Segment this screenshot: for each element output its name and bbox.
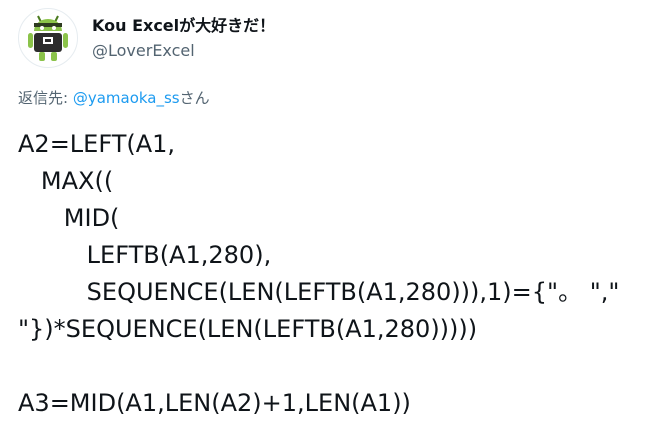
- tweet-body-line: A2=LEFT(A1,: [18, 130, 176, 158]
- tweet-body-line: MID(: [18, 204, 120, 232]
- tweet: Kou Excelが大好きだ！ @LoverExcel 返信先: @yamaok…: [0, 0, 654, 424]
- tweet-body-line: SEQUENCE(LEN(LEFTB(A1,280))),1)={"。 ",": [18, 278, 620, 306]
- reply-to-suffix: さん: [179, 89, 210, 107]
- tweet-body-line: A3=MID(A1,LEN(A2)+1,LEN(A1)): [18, 389, 411, 417]
- author-handle[interactable]: @LoverExcel: [92, 40, 275, 62]
- reply-to-line: 返信先: @yamaoka_ssさん: [18, 87, 210, 108]
- tweet-body-line: ​: [18, 348, 638, 385]
- tweet-header: Kou Excelが大好きだ！ @LoverExcel: [18, 8, 275, 68]
- avatar[interactable]: [18, 8, 78, 68]
- android-robot-avatar-icon: [28, 15, 68, 61]
- tweet-body-line: "})*SEQUENCE(LEN(LEFTB(A1,280))))): [18, 315, 478, 343]
- reply-to-prefix: 返信先:: [18, 89, 73, 107]
- author-display-name[interactable]: Kou Excelが大好きだ！: [92, 15, 275, 37]
- tweet-body-line: MAX((: [18, 167, 114, 195]
- tweet-body: A2=LEFT(A1, MAX(( MID( LEFTB(A1,280), SE…: [18, 126, 638, 422]
- reply-to-mention-link[interactable]: @yamaoka_ss: [73, 89, 180, 107]
- tweet-body-line: LEFTB(A1,280),: [18, 241, 272, 269]
- author-names: Kou Excelが大好きだ！ @LoverExcel: [92, 15, 275, 62]
